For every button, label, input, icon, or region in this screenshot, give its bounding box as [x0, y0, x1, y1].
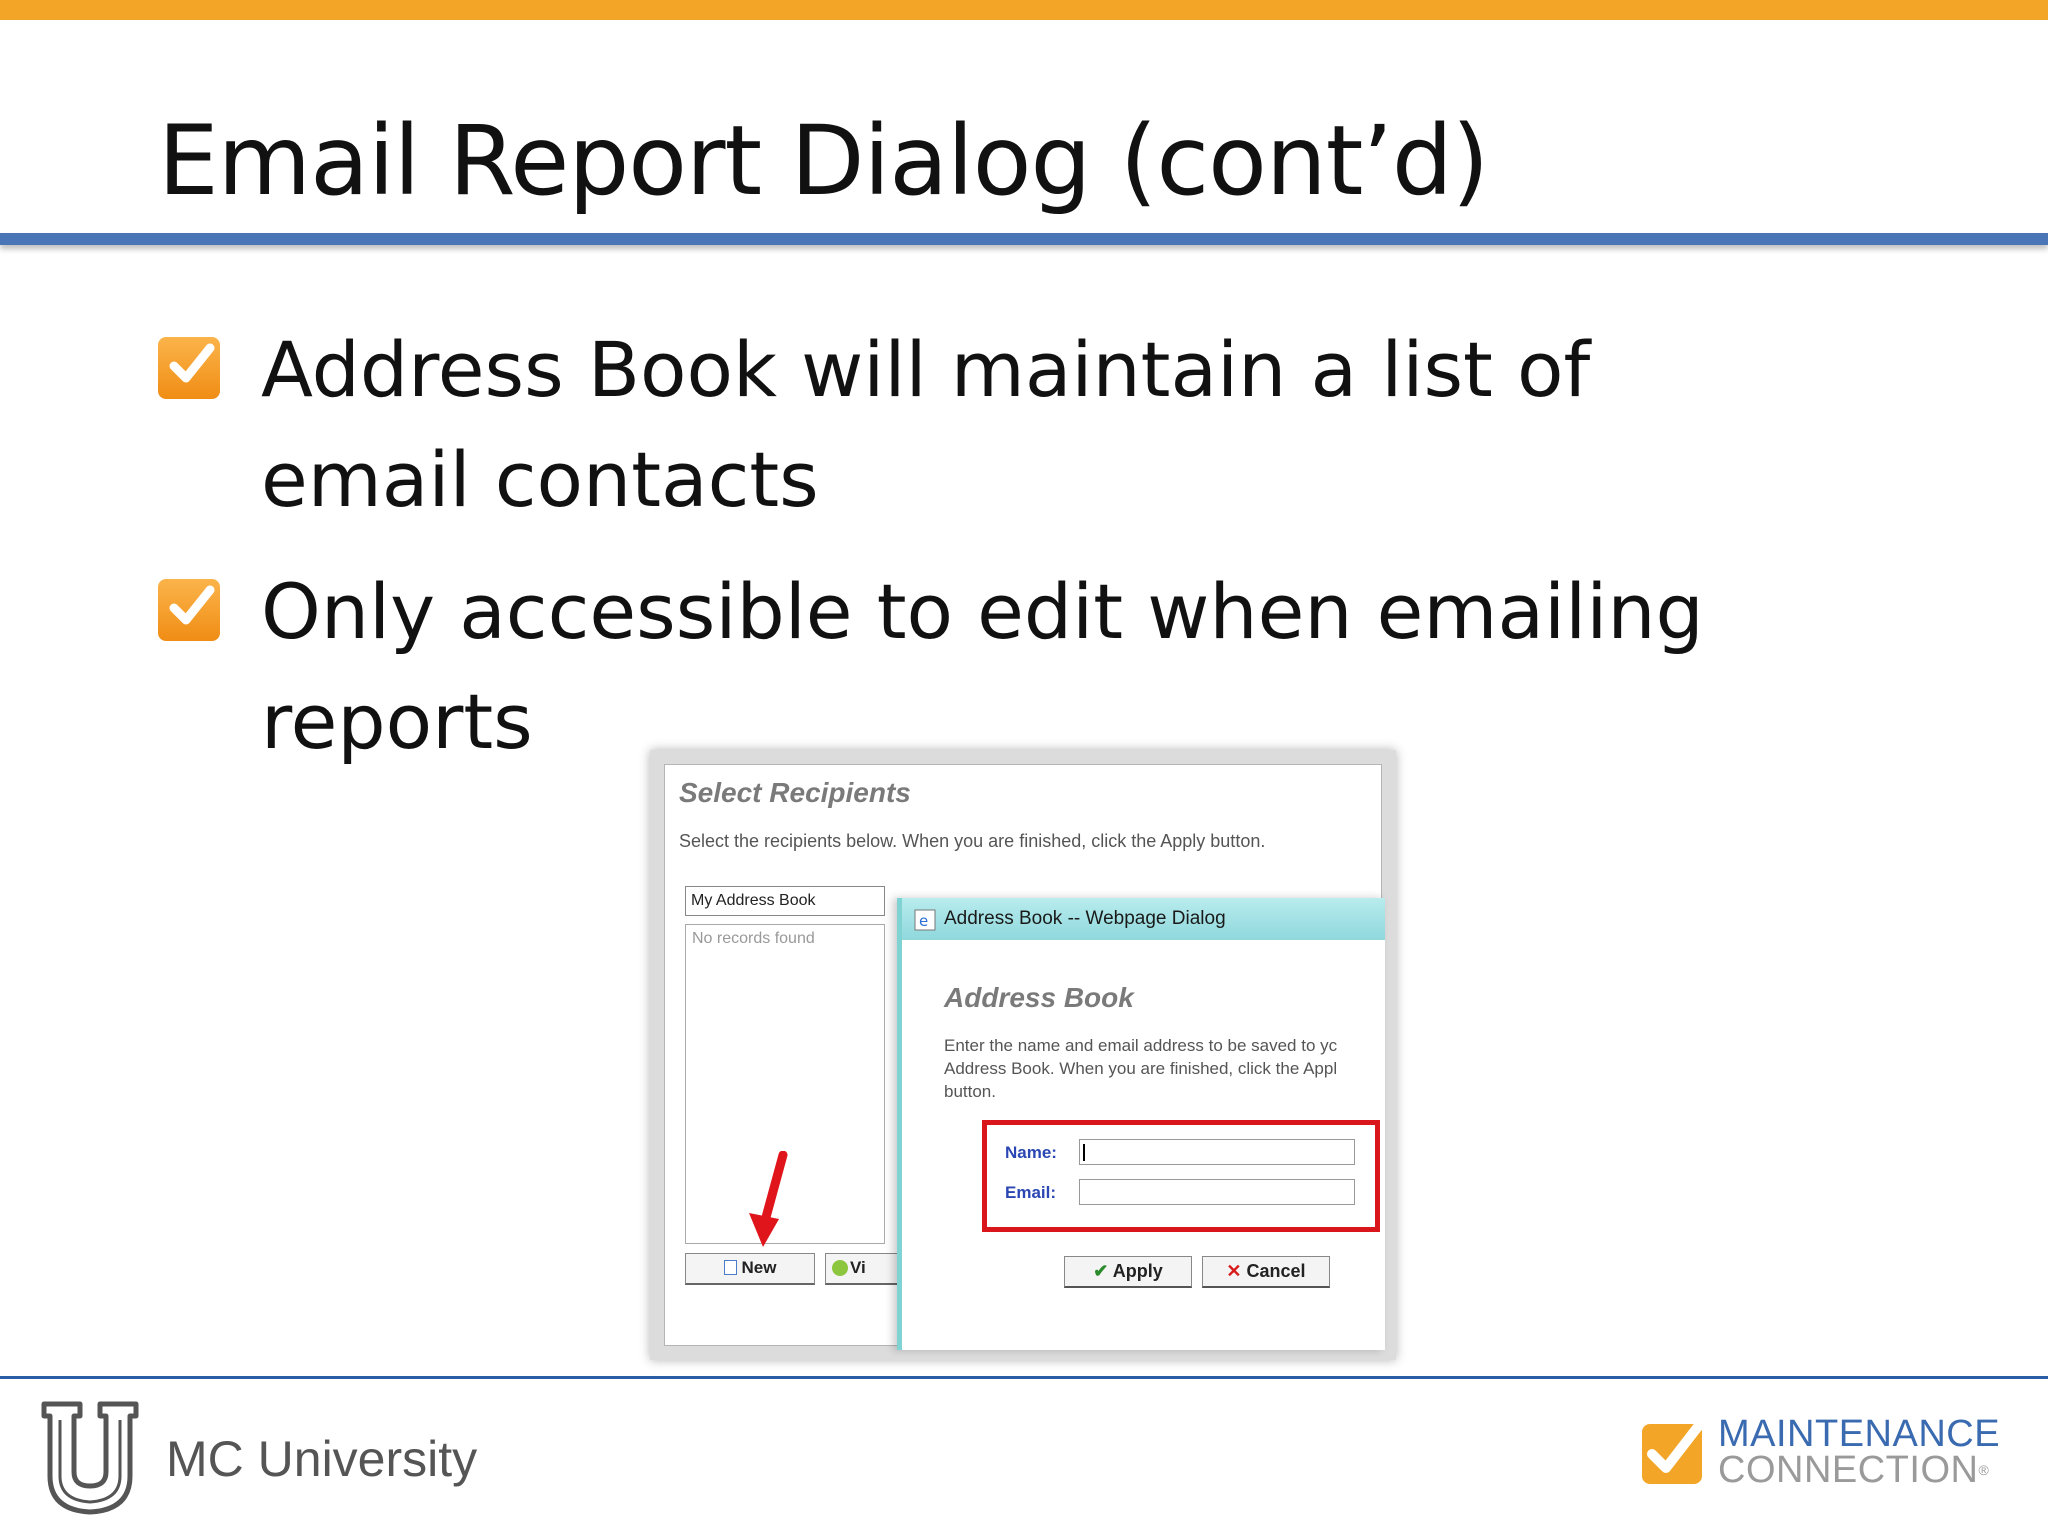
view-button[interactable]: Vi	[825, 1253, 905, 1285]
maintenance-connection-wordmark: MAINTENANCE CONNECTION®	[1718, 1413, 2001, 1491]
brand-line-1: MAINTENANCE	[1718, 1413, 2001, 1455]
mc-university-label: MC University	[166, 1431, 478, 1487]
address-book-description: Enter the name and email address to be s…	[944, 1036, 1338, 1101]
svg-text:e: e	[919, 912, 928, 930]
bullet-list: Address Book will maintain a list of ema…	[158, 315, 1718, 799]
empty-records-text: No records found	[692, 930, 815, 947]
apply-button[interactable]: ✔ Apply	[1064, 1256, 1192, 1288]
x-icon: ✕	[1226, 1261, 1242, 1281]
bullet-text: Address Book will maintain a list of ema…	[261, 325, 1591, 524]
select-recipients-panel: Select Recipients Select the recipients …	[664, 764, 1385, 1350]
text-caret	[1083, 1144, 1085, 1161]
checkbox-checked-icon	[158, 337, 220, 399]
address-book-select[interactable]: My Address Book	[685, 886, 885, 916]
red-arrow-icon	[749, 1151, 788, 1247]
slide-title: Email Report Dialog (cont’d)	[158, 105, 1489, 217]
mc-check-logo	[1642, 1419, 1705, 1484]
cancel-button-label: Cancel	[1246, 1261, 1306, 1281]
address-book-dialog: e Address Book -- Webpage Dialog Address…	[897, 898, 1385, 1350]
dialog-title: Address Book -- Webpage Dialog	[944, 908, 1226, 929]
bullet-text: Only accessible to edit when emailing re…	[261, 567, 1704, 766]
name-label: Name:	[1005, 1143, 1057, 1162]
brand-line-2: CONNECTION®	[1718, 1449, 1990, 1491]
highlight-box: Name: Email:	[982, 1120, 1380, 1232]
ie-icon: e	[914, 909, 936, 931]
apply-button-label: Apply	[1112, 1261, 1163, 1281]
address-book-heading: Address Book	[944, 982, 1134, 1013]
email-label: Email:	[1005, 1183, 1057, 1202]
bullet-item: Only accessible to edit when emailing re…	[158, 557, 1718, 777]
new-button-label: New	[741, 1258, 777, 1277]
cancel-button[interactable]: ✕ Cancel	[1202, 1256, 1330, 1288]
top-accent-bar	[0, 0, 2048, 20]
dialog-titlebar[interactable]: e Address Book -- Webpage Dialog	[902, 898, 1385, 940]
bullet-item: Address Book will maintain a list of ema…	[158, 315, 1718, 535]
screenshot-inset: Select Recipients Select the recipients …	[650, 750, 1396, 1360]
email-field[interactable]	[1079, 1179, 1355, 1205]
title-divider	[0, 233, 2048, 245]
checkmark-icon: ✔	[1093, 1261, 1109, 1281]
select-recipients-title: Select Recipients	[679, 777, 911, 808]
footer-divider	[0, 1376, 2048, 1379]
name-field[interactable]	[1079, 1139, 1355, 1165]
document-icon	[723, 1260, 737, 1275]
view-icon	[832, 1260, 848, 1276]
checkbox-checked-icon	[158, 579, 220, 641]
new-button[interactable]: New	[685, 1253, 815, 1285]
select-recipients-description: Select the recipients below. When you ar…	[679, 831, 1266, 851]
view-button-label: Vi	[850, 1258, 866, 1277]
u-shield-logo	[41, 1401, 139, 1515]
